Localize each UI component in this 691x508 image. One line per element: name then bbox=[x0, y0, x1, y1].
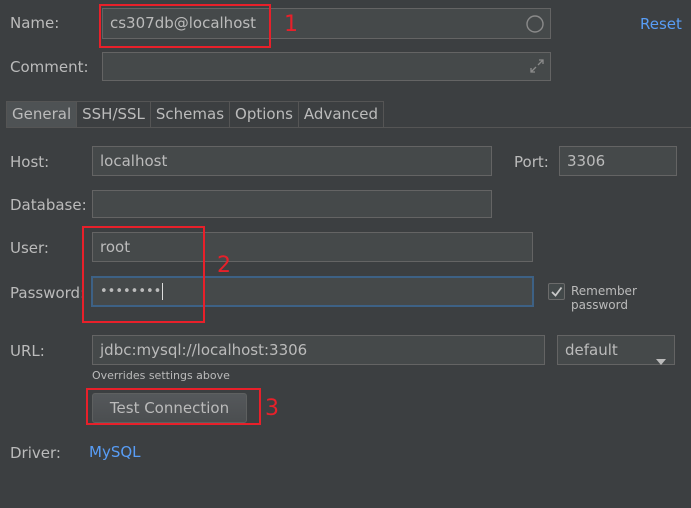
chevron-down-icon bbox=[656, 347, 666, 365]
url-hint: Overrides settings above bbox=[92, 369, 230, 382]
tab-general[interactable]: General bbox=[6, 101, 78, 128]
reset-link[interactable]: Reset bbox=[640, 15, 682, 33]
circle-icon[interactable] bbox=[526, 14, 544, 33]
url-label: URL: bbox=[10, 342, 45, 360]
tab-options[interactable]: Options bbox=[230, 101, 299, 128]
remember-password-label[interactable]: Remember password bbox=[571, 284, 691, 312]
password-label: Password: bbox=[10, 284, 86, 302]
annotation-number-1: 1 bbox=[284, 12, 298, 37]
user-label: User: bbox=[10, 239, 49, 257]
tab-bar: General SSH/SSL Schemas Options Advanced bbox=[6, 101, 385, 128]
port-label: Port: bbox=[514, 153, 549, 171]
url-value: jdbc:mysql://localhost:3306 bbox=[100, 341, 308, 359]
driver-link[interactable]: MySQL bbox=[89, 443, 141, 461]
host-value: localhost bbox=[100, 152, 168, 170]
port-value: 3306 bbox=[567, 152, 606, 170]
tab-divider bbox=[6, 127, 691, 128]
port-field[interactable]: 3306 bbox=[559, 146, 677, 176]
driver-label: Driver: bbox=[10, 444, 61, 462]
annotation-number-3: 3 bbox=[265, 396, 279, 421]
host-label: Host: bbox=[10, 153, 50, 171]
annotation-box-2 bbox=[82, 226, 205, 323]
tab-advanced[interactable]: Advanced bbox=[298, 101, 385, 128]
remember-password-checkbox[interactable] bbox=[548, 283, 565, 300]
host-field[interactable]: localhost bbox=[92, 146, 492, 176]
annotation-box-3 bbox=[86, 388, 261, 425]
tab-schemas[interactable]: Schemas bbox=[150, 101, 231, 128]
check-icon bbox=[551, 286, 563, 297]
url-mode-select[interactable]: default bbox=[557, 335, 675, 365]
expand-icon[interactable] bbox=[529, 58, 545, 74]
name-label: Name: bbox=[10, 14, 60, 32]
comment-label: Comment: bbox=[10, 58, 89, 76]
database-label: Database: bbox=[10, 196, 87, 214]
annotation-number-2: 2 bbox=[217, 253, 231, 278]
url-mode-value: default bbox=[565, 341, 618, 359]
comment-field[interactable] bbox=[102, 52, 551, 81]
tab-ssh-ssl[interactable]: SSH/SSL bbox=[77, 101, 151, 128]
url-field[interactable]: jdbc:mysql://localhost:3306 bbox=[92, 335, 545, 365]
database-field[interactable] bbox=[92, 190, 492, 218]
annotation-box-1 bbox=[99, 4, 271, 48]
